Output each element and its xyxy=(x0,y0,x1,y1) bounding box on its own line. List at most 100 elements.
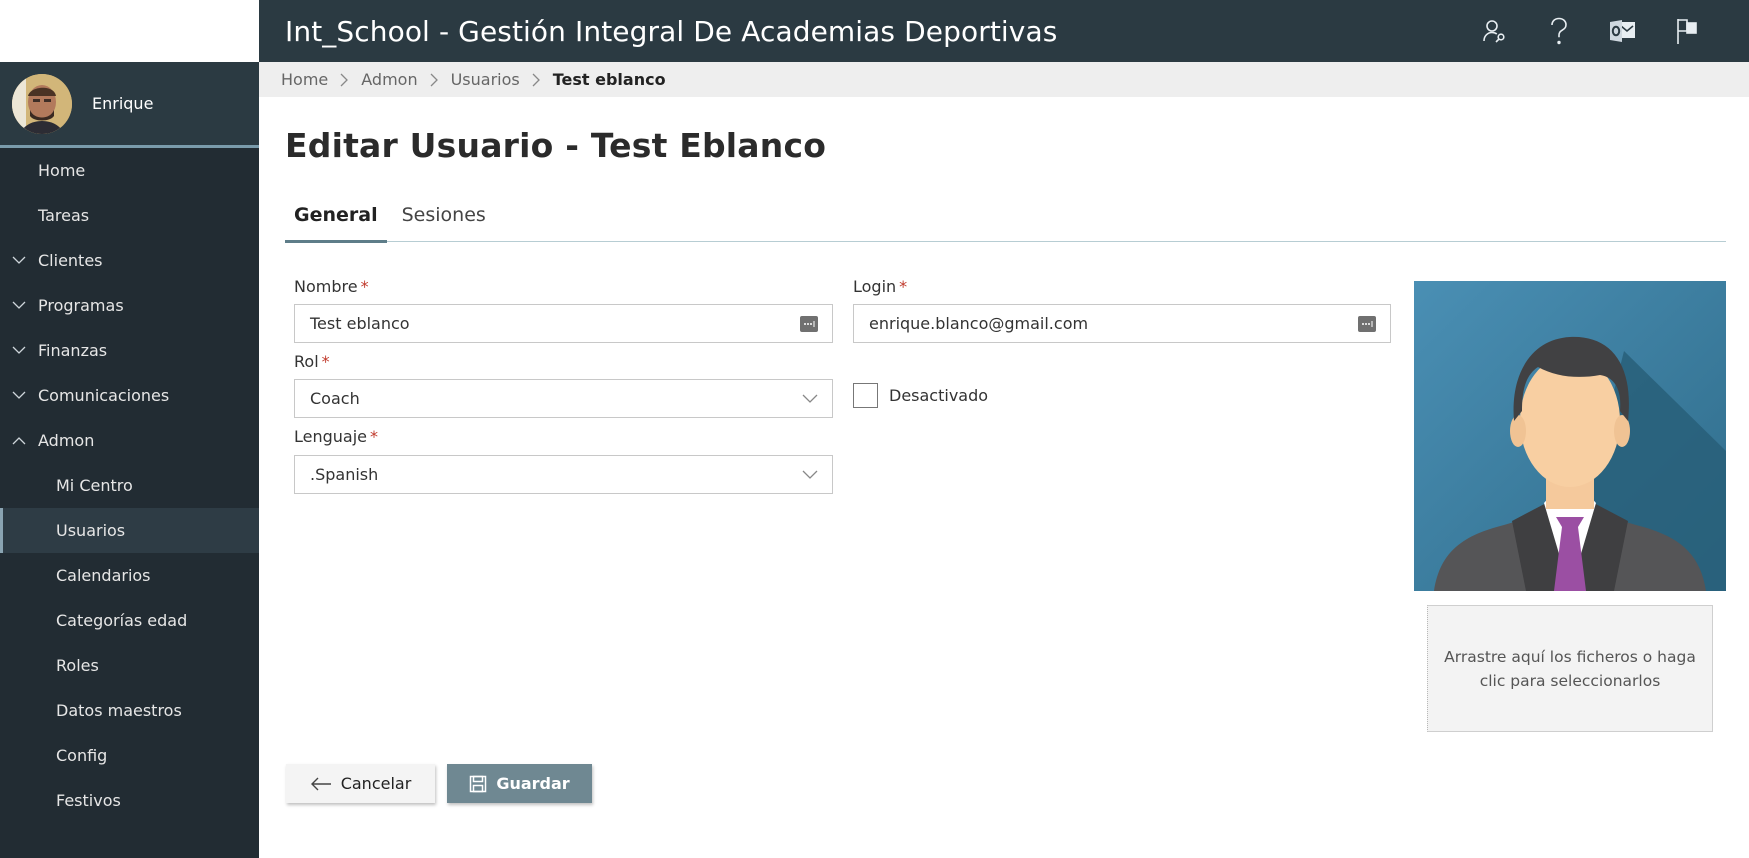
sidebar-item-festivos[interactable]: Festivos xyxy=(0,778,259,823)
sidebar-item-label: Tareas xyxy=(38,206,90,225)
sidebar-item-home[interactable]: Home xyxy=(0,148,259,193)
outlook-icon xyxy=(1610,20,1635,42)
header-toolbar xyxy=(1463,0,1719,62)
rol-select[interactable]: Coach xyxy=(294,379,833,418)
chevron-down-icon xyxy=(0,301,38,310)
app-title: Int_School - Gestión Integral De Academi… xyxy=(285,14,1058,48)
chevron-right-icon xyxy=(430,73,439,87)
chevron-down-icon xyxy=(0,256,38,265)
sidebar-item-label: Usuarios xyxy=(56,521,126,540)
lenguaje-label: Lenguaje * xyxy=(294,427,378,446)
lenguaje-select[interactable]: .Spanish xyxy=(294,455,833,494)
help-icon xyxy=(1551,17,1567,45)
rol-label: Rol * xyxy=(294,352,330,371)
sidebar-item-usuarios[interactable]: Usuarios xyxy=(0,508,259,553)
logo-area xyxy=(0,0,259,62)
sidebar-item-admon[interactable]: Admon xyxy=(0,418,259,463)
breadcrumb-home[interactable]: Home xyxy=(281,70,328,89)
nombre-label: Nombre * xyxy=(294,277,369,296)
tab-general[interactable]: General xyxy=(285,204,387,243)
arrow-left-icon xyxy=(310,777,332,791)
sidebar-item-label: Clientes xyxy=(38,251,103,270)
sidebar-item-label: Comunicaciones xyxy=(38,386,170,405)
avatar xyxy=(12,73,72,134)
required-marker: * xyxy=(360,277,369,296)
save-icon xyxy=(469,775,487,793)
autofill-icon[interactable] xyxy=(800,315,818,332)
sidebar-item-label: Finanzas xyxy=(38,341,108,360)
sidebar-item-config[interactable]: Config xyxy=(0,733,259,778)
chevron-down-icon xyxy=(0,346,38,355)
login-label-text: Login xyxy=(853,277,897,296)
sidebar-item-label: Admon xyxy=(38,431,95,450)
user-search-icon xyxy=(1483,20,1505,43)
nombre-input[interactable]: Test eblanco xyxy=(294,304,833,343)
outlook-button[interactable] xyxy=(1591,0,1655,62)
nombre-label-text: Nombre xyxy=(294,277,358,296)
chevron-down-icon xyxy=(0,391,38,400)
nombre-value: Test eblanco xyxy=(310,314,410,333)
sidebar-item-label: Calendarios xyxy=(56,566,151,585)
sidebar-item-datos-maestros[interactable]: Datos maestros xyxy=(0,688,259,733)
desactivado-label: Desactivado xyxy=(889,386,989,405)
sidebar-item-label: Datos maestros xyxy=(56,701,182,720)
rol-label-text: Rol xyxy=(294,352,319,371)
login-input[interactable]: enrique.blanco@gmail.com xyxy=(853,304,1391,343)
chevron-right-icon xyxy=(340,73,349,87)
help-button[interactable] xyxy=(1527,0,1591,62)
lenguaje-label-text: Lenguaje xyxy=(294,427,368,446)
sidebar-item-categorias-edad[interactable]: Categorías edad xyxy=(0,598,259,643)
login-value: enrique.blanco@gmail.com xyxy=(869,314,1089,333)
user-photo xyxy=(1414,281,1726,591)
sidebar-item-programas[interactable]: Programas xyxy=(0,283,259,328)
breadcrumb: Home Admon Usuarios Test eblanco xyxy=(259,62,1749,97)
sidebar-item-label: Categorías edad xyxy=(56,611,188,630)
sidebar-item-roles[interactable]: Roles xyxy=(0,643,259,688)
save-button[interactable]: Guardar xyxy=(447,764,592,803)
cancel-button[interactable]: Cancelar xyxy=(286,764,435,803)
default-avatar-image xyxy=(1414,281,1726,591)
sidebar-item-comunicaciones[interactable]: Comunicaciones xyxy=(0,373,259,418)
chevron-right-icon xyxy=(532,73,541,87)
app-header: Int_School - Gestión Integral De Academi… xyxy=(259,0,1749,62)
photo-dropzone[interactable]: Arrastre aquí los ficheros o haga clic p… xyxy=(1427,605,1713,732)
breadcrumb-current: Test eblanco xyxy=(552,70,666,89)
required-marker: * xyxy=(321,352,330,371)
sidebar-item-mi-centro[interactable]: Mi Centro xyxy=(0,463,259,508)
chevron-down-icon xyxy=(802,394,818,403)
sidebar-item-label: Roles xyxy=(56,656,99,675)
tab-sesiones[interactable]: Sesiones xyxy=(393,204,495,242)
required-marker: * xyxy=(370,427,379,446)
chevron-up-icon xyxy=(0,436,38,445)
user-name: Enrique xyxy=(92,94,154,113)
desactivado-checkbox[interactable]: Desactivado xyxy=(853,383,988,408)
save-label: Guardar xyxy=(496,774,570,793)
breadcrumb-admon[interactable]: Admon xyxy=(361,70,417,89)
user-profile[interactable]: Enrique xyxy=(0,62,259,148)
sidebar-item-label: Home xyxy=(38,161,86,180)
page-title: Editar Usuario - Test Eblanco xyxy=(285,126,827,165)
breadcrumb-usuarios[interactable]: Usuarios xyxy=(451,70,520,89)
dropzone-text: Arrastre aquí los ficheros o haga clic p… xyxy=(1444,647,1696,690)
lenguaje-value: .Spanish xyxy=(310,465,379,484)
flag-button[interactable] xyxy=(1655,0,1719,62)
rol-value: Coach xyxy=(310,389,360,408)
sidebar-item-label: Programas xyxy=(38,296,124,315)
cancel-label: Cancelar xyxy=(340,774,412,793)
chevron-down-icon xyxy=(802,470,818,479)
sidebar-item-finanzas[interactable]: Finanzas xyxy=(0,328,259,373)
login-label: Login * xyxy=(853,277,907,296)
sidebar-nav: Home Tareas Clientes Programas Finanzas … xyxy=(0,148,259,823)
sidebar-item-label: Mi Centro xyxy=(56,476,133,495)
tab-bar: General Sesiones xyxy=(285,204,1726,243)
checkbox-box[interactable] xyxy=(853,383,878,408)
autofill-icon[interactable] xyxy=(1358,315,1376,332)
sidebar-item-tareas[interactable]: Tareas xyxy=(0,193,259,238)
user-search-button[interactable] xyxy=(1463,0,1527,62)
sidebar-item-label: Festivos xyxy=(56,791,121,810)
sidebar-item-label: Config xyxy=(56,746,108,765)
sidebar: Enrique Home Tareas Clientes Programas F… xyxy=(0,62,259,858)
sidebar-item-clientes[interactable]: Clientes xyxy=(0,238,259,283)
required-marker: * xyxy=(899,277,908,296)
sidebar-item-calendarios[interactable]: Calendarios xyxy=(0,553,259,598)
